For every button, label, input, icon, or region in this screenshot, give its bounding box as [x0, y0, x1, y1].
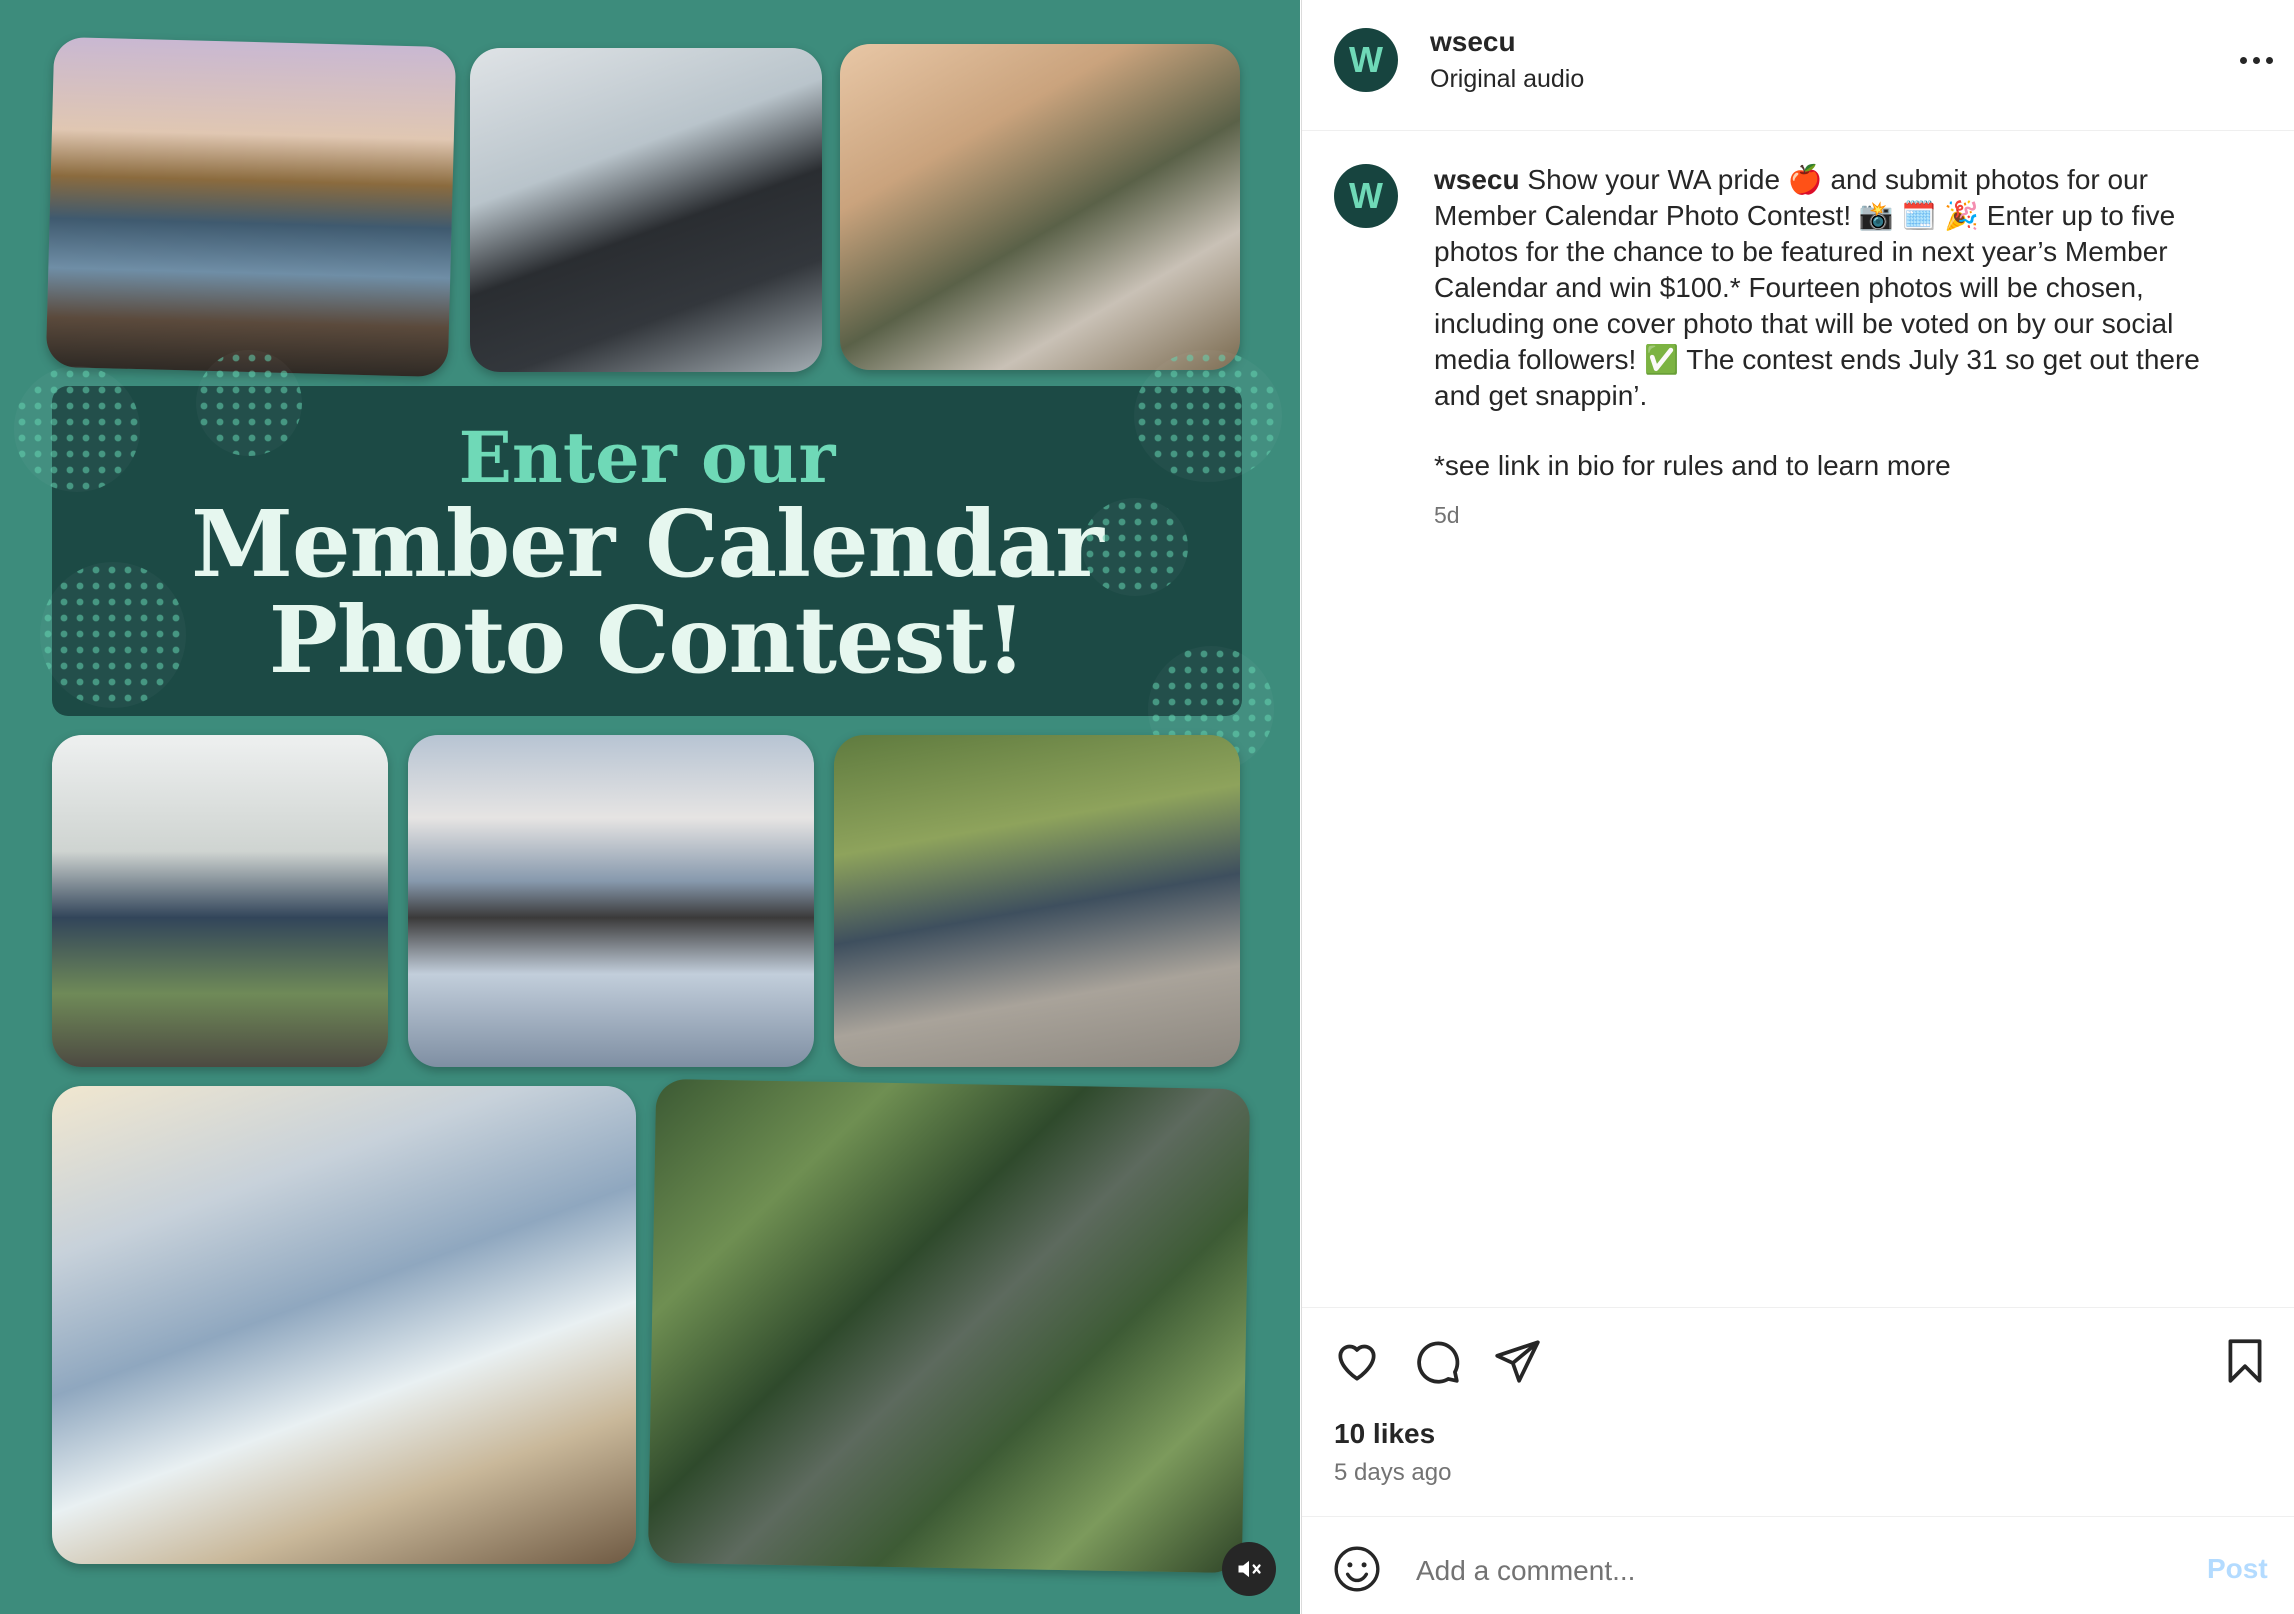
more-options-dot — [2265, 56, 2273, 64]
header-username[interactable]: wsecu — [1430, 26, 1516, 58]
dot-pattern — [1134, 350, 1282, 482]
dot-pattern — [1082, 498, 1188, 596]
dot-pattern — [40, 562, 186, 708]
banner-line-2: Member Calendar — [191, 490, 1104, 598]
post-header: W wsecu Original audio — [1302, 0, 2294, 131]
caption-time: 5d — [1434, 502, 1460, 528]
speaker-muted-icon — [1238, 1560, 1261, 1578]
more-options-dot — [2252, 56, 2260, 64]
more-options-button[interactable] — [2232, 42, 2280, 78]
photo-aerial-forest — [647, 1078, 1251, 1574]
photo-woman-with-camera — [52, 1086, 636, 1564]
emoji-icon[interactable] — [1332, 1544, 1382, 1594]
photo-photographer-waterfront — [470, 48, 822, 372]
banner-line-3: Photo Contest! — [268, 586, 1027, 694]
mute-button[interactable] — [1222, 1542, 1276, 1596]
photo-pier-reflection — [408, 735, 814, 1067]
post-date[interactable]: 5 days ago — [1334, 1459, 1451, 1487]
photo-mountain-lake — [45, 36, 457, 378]
dot-pattern — [14, 366, 140, 492]
caption-footnote: *see link in bio for rules and to learn … — [1434, 450, 1951, 481]
post-sidebar: W wsecu Original audio W wsecu Show your… — [1301, 0, 2294, 1614]
caption-avatar[interactable]: W — [1334, 164, 1398, 228]
heart-icon[interactable] — [1332, 1336, 1382, 1386]
comment-input[interactable] — [1414, 1548, 2118, 1594]
bookmark-icon[interactable] — [2220, 1336, 2270, 1386]
photo-seated-photographer — [834, 735, 1240, 1067]
divider — [1302, 1516, 2294, 1517]
avatar-letter: W — [1349, 175, 1383, 216]
avatar-letter: W — [1349, 39, 1383, 80]
photo-couple-photographing — [840, 44, 1240, 370]
post-media[interactable]: Enter our Member Calendar Photo Contest! — [0, 0, 1300, 1614]
comment-icon[interactable] — [1412, 1336, 1462, 1386]
post-comment-button[interactable]: Post — [2207, 1553, 2268, 1585]
caption-text: Show your WA pride 🍎 and submit photos f… — [1434, 164, 2200, 411]
dot-pattern — [196, 350, 302, 456]
audio-label[interactable]: Original audio — [1430, 65, 1584, 94]
post-caption: wsecu Show your WA pride 🍎 and submit ph… — [1434, 162, 2254, 414]
more-options-icon — [2239, 56, 2247, 64]
caption-username[interactable]: wsecu — [1434, 164, 1520, 195]
photo-hiker-with-camera — [52, 735, 388, 1067]
send-icon[interactable] — [1492, 1336, 1542, 1386]
divider — [1302, 1307, 2294, 1308]
likes-count[interactable]: 10 likes — [1334, 1418, 1435, 1450]
avatar[interactable]: W — [1334, 28, 1398, 92]
